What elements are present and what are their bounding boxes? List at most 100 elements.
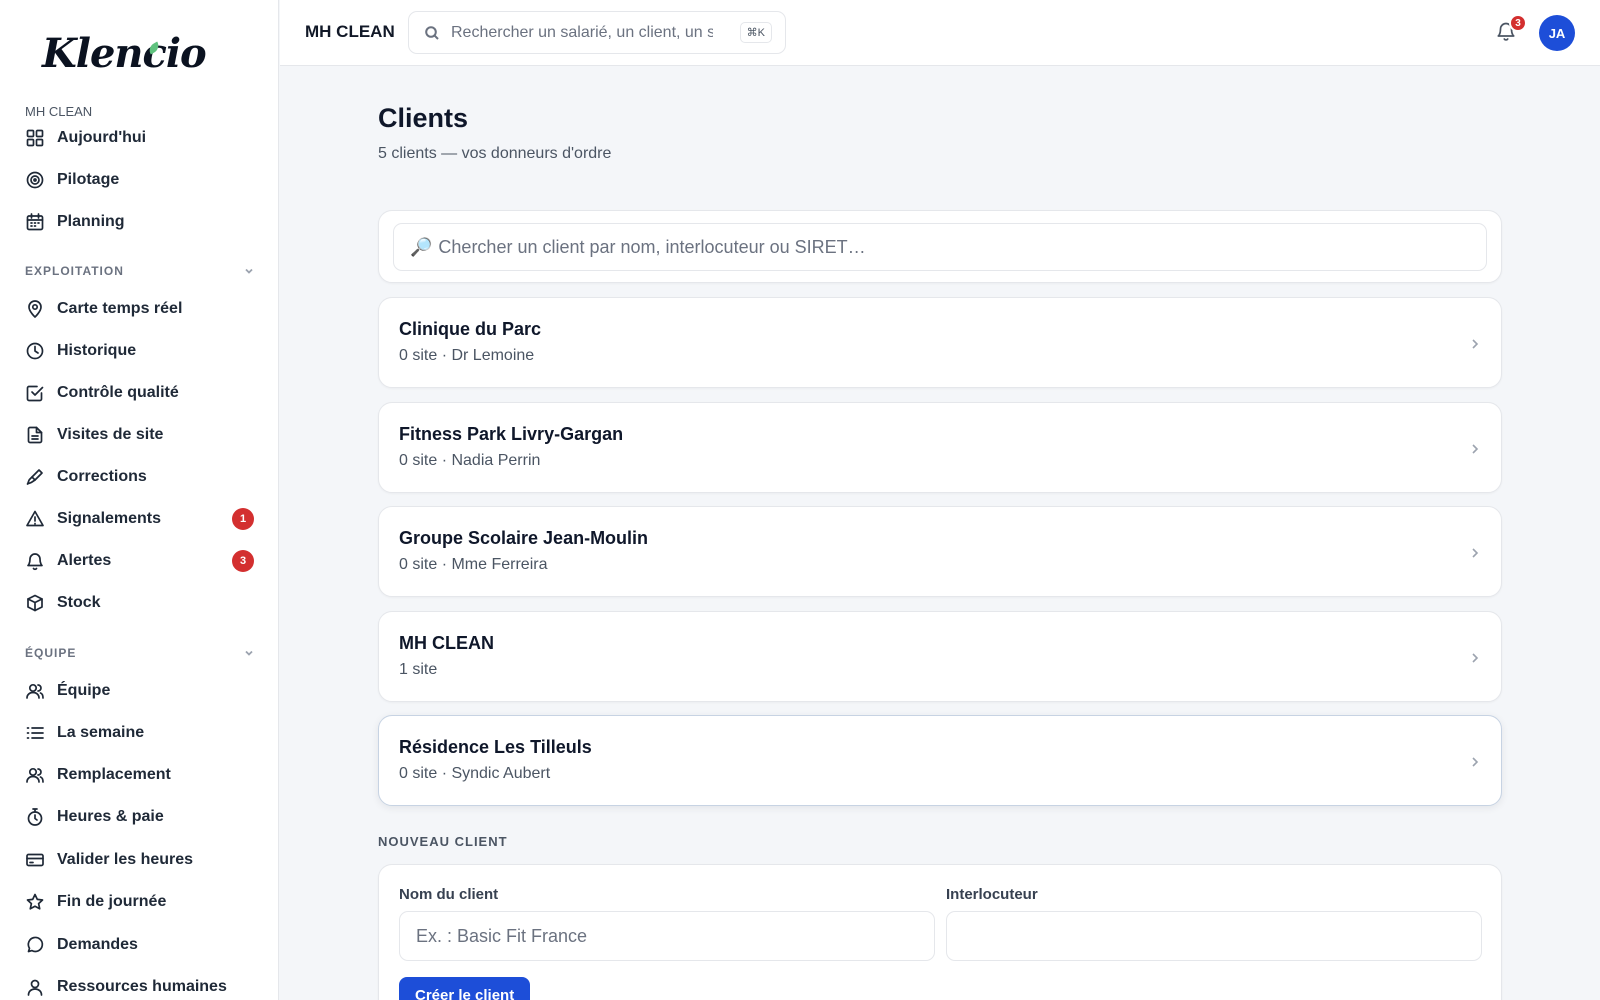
contact-field[interactable] xyxy=(946,911,1482,961)
sidebar-item-signalements[interactable]: Signalements 1 xyxy=(25,507,255,531)
users-icon xyxy=(25,765,45,785)
chevron-right-icon xyxy=(1469,546,1481,560)
stopwatch-icon xyxy=(25,807,45,827)
bell-icon xyxy=(25,551,45,571)
calendar-icon xyxy=(25,212,45,232)
sidebar-item-stock[interactable]: Stock xyxy=(25,591,255,615)
client-meta: 0 site · Mme Ferreira xyxy=(399,556,548,573)
brush-icon xyxy=(25,467,45,487)
page-subtitle: 5 clients — vos donneurs d'ordre xyxy=(378,145,612,162)
sidebar-item-label: Aujourd'hui xyxy=(57,129,147,146)
section-title-label: ÉQUIPE xyxy=(25,646,77,660)
topbar: MH CLEAN ⌘K 3 JA xyxy=(280,0,1600,66)
sidebar-item-corrections[interactable]: Corrections xyxy=(25,465,255,489)
sidebar-item-visites-de-site[interactable]: Visites de site xyxy=(25,423,255,447)
sidebar-item-label: Remplacement xyxy=(57,766,171,783)
sidebar-item-label: Historique xyxy=(57,342,137,359)
star-icon xyxy=(25,892,45,912)
sidebar-item-demandes[interactable]: Demandes xyxy=(25,933,255,957)
sidebar-item-label: Fin de journée xyxy=(57,893,167,910)
sidebar-item-aujourdhui[interactable]: Aujourd'hui xyxy=(25,126,255,150)
client-search-card: 🔎 xyxy=(378,210,1502,283)
new-client-form: Nom du client Interlocuteur Créer le cli… xyxy=(378,864,1502,1000)
chevron-right-icon xyxy=(1469,755,1481,769)
client-card-residence-les-tilleuls[interactable]: Résidence Les Tilleuls 0 site · Syndic A… xyxy=(378,715,1502,806)
sidebar-item-label: La semaine xyxy=(57,724,145,741)
sidebar-item-valider-les-heures[interactable]: Valider les heures xyxy=(25,848,255,872)
sidebar-org-label: MH CLEAN xyxy=(25,104,93,119)
global-search-input[interactable] xyxy=(451,23,713,42)
bell-icon xyxy=(1495,22,1517,46)
sidebar-item-label: Stock xyxy=(57,594,101,611)
page-title: Clients xyxy=(378,103,469,133)
sidebar-item-remplacement[interactable]: Remplacement xyxy=(25,763,255,787)
sidebar-item-label: Heures & paie xyxy=(57,808,164,825)
notifications-badge: 3 xyxy=(1509,14,1527,32)
sidebar-item-controle-qualite[interactable]: Contrôle qualité xyxy=(25,381,255,405)
section-equipe[interactable]: ÉQUIPE xyxy=(25,646,255,662)
client-card-groupe-scolaire[interactable]: Groupe Scolaire Jean-Moulin 0 site · Mme… xyxy=(378,506,1502,597)
user-icon xyxy=(25,977,45,997)
client-search[interactable]: 🔎 xyxy=(393,223,1487,271)
signalements-badge: 1 xyxy=(232,508,254,530)
sidebar-item-label: Valider les heures xyxy=(57,851,194,868)
search-icon xyxy=(424,25,440,41)
sidebar-item-label: Contrôle qualité xyxy=(57,384,179,401)
section-exploitation[interactable]: EXPLOITATION xyxy=(25,264,255,280)
client-name: MH CLEAN xyxy=(399,633,494,653)
sidebar-item-label: Pilotage xyxy=(57,171,120,188)
map-pin-icon xyxy=(25,299,45,319)
client-card-clinique-du-parc[interactable]: Clinique du Parc 0 site · Dr Lemoine xyxy=(378,297,1502,388)
chevron-down-icon xyxy=(243,647,255,659)
chevron-right-icon xyxy=(1469,337,1481,351)
sidebar-item-label: Visites de site xyxy=(57,426,164,443)
sidebar-item-label: Demandes xyxy=(57,936,138,953)
checkbox-icon xyxy=(25,383,45,403)
client-name: Groupe Scolaire Jean-Moulin xyxy=(399,528,649,548)
magnifier-icon: 🔎 xyxy=(410,236,433,257)
target-icon xyxy=(25,170,45,190)
shortcut-hint: ⌘K xyxy=(739,22,772,43)
sidebar-item-label: Carte temps réel xyxy=(57,300,183,317)
chevron-right-icon xyxy=(1469,442,1481,456)
avatar[interactable]: JA xyxy=(1539,15,1575,51)
client-name-label: Nom du client xyxy=(399,886,499,903)
sidebar-item-planning[interactable]: Planning xyxy=(25,210,255,234)
chevron-down-icon xyxy=(243,265,255,277)
sidebar-item-label: Planning xyxy=(57,213,125,230)
global-search[interactable]: ⌘K xyxy=(408,11,786,54)
notifications-button[interactable]: 3 xyxy=(1495,14,1527,46)
logo: Klencio xyxy=(42,30,207,77)
sidebar-item-label: Signalements xyxy=(57,510,162,527)
users-icon xyxy=(25,681,45,701)
sidebar-item-label: Corrections xyxy=(57,468,147,485)
sidebar-item-carte-temps-reel[interactable]: Carte temps réel xyxy=(25,297,255,321)
client-meta: 0 site · Syndic Aubert xyxy=(399,765,551,782)
grid-icon xyxy=(25,128,45,148)
client-name-field[interactable] xyxy=(399,911,935,961)
sidebar-item-label: Équipe xyxy=(57,682,111,699)
client-meta: 0 site · Nadia Perrin xyxy=(399,452,541,469)
chat-bubble-icon xyxy=(25,935,45,955)
clock-icon xyxy=(25,341,45,361)
sidebar-item-alertes[interactable]: Alertes 3 xyxy=(25,549,255,573)
sidebar-item-la-semaine[interactable]: La semaine xyxy=(25,721,255,745)
sidebar-item-label: Ressources humaines xyxy=(57,978,227,995)
sidebar-item-ressources-humaines[interactable]: Ressources humaines xyxy=(25,975,255,999)
box-icon xyxy=(25,593,45,613)
client-name: Fitness Park Livry-Gargan xyxy=(399,424,624,444)
client-search-input[interactable] xyxy=(438,236,1479,258)
list-icon xyxy=(25,723,45,743)
client-card-mh-clean[interactable]: MH CLEAN 1 site xyxy=(378,611,1502,702)
client-meta: 0 site · Dr Lemoine xyxy=(399,347,535,364)
sidebar-item-fin-de-journee[interactable]: Fin de journée xyxy=(25,890,255,914)
sidebar: Klencio MH CLEAN Aujourd'hui Pilotage Pl… xyxy=(0,0,279,1000)
sidebar-item-equipe[interactable]: Équipe xyxy=(25,679,255,703)
topbar-org-name: MH CLEAN xyxy=(305,22,395,41)
client-name: Résidence Les Tilleuls xyxy=(399,737,592,757)
sidebar-item-historique[interactable]: Historique xyxy=(25,339,255,363)
sidebar-item-pilotage[interactable]: Pilotage xyxy=(25,168,255,192)
client-card-fitness-park[interactable]: Fitness Park Livry-Gargan 0 site · Nadia… xyxy=(378,402,1502,493)
sidebar-item-heures-paie[interactable]: Heures & paie xyxy=(25,805,255,829)
create-client-button[interactable]: Créer le client xyxy=(399,977,531,1000)
